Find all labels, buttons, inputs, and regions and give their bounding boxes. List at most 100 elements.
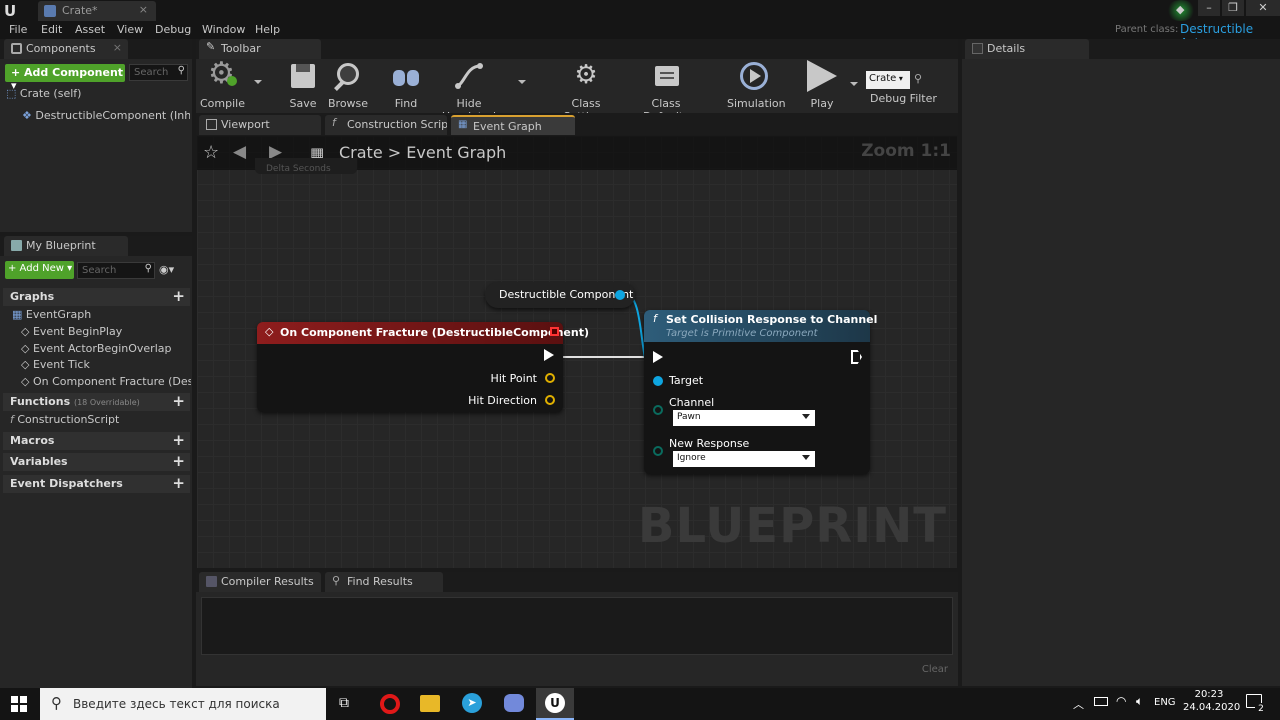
binoculars-icon: ⚲ [332, 574, 341, 587]
tab-find-results[interactable]: ⚲ Find Results [325, 572, 443, 592]
maximize-icon[interactable]: ❐ [1222, 0, 1244, 16]
close-tab-icon[interactable]: × [139, 3, 148, 16]
debug-search-icon[interactable]: ⚲ [914, 72, 922, 85]
show-hidden-icons-chevron-icon[interactable]: ︿ [1073, 696, 1084, 712]
telegram-icon[interactable]: ➤ [462, 693, 482, 713]
volume-icon[interactable]: 🔈︎ [1136, 694, 1143, 709]
task-view-icon[interactable]: ⧉ [339, 695, 349, 711]
battery-icon[interactable] [1094, 697, 1108, 706]
source-control-icon[interactable]: ◆ [1166, 0, 1196, 21]
event-graph-canvas[interactable]: ☆ ◀ ▶ ▦ Delta Seconds Crate > Event Grap… [197, 136, 957, 568]
toolbar-tab-label: Toolbar [221, 42, 261, 55]
add-macro-icon[interactable]: + [172, 431, 185, 449]
components-search-placeholder: Search [134, 67, 169, 78]
my-blueprint-tab[interactable]: My Blueprint [4, 236, 128, 256]
channel-dropdown[interactable]: Pawn [673, 410, 815, 426]
opera-icon[interactable] [380, 694, 400, 714]
document-tab-title: Crate* [62, 4, 98, 17]
close-window-icon[interactable]: ✕ [1246, 0, 1280, 16]
exec-out-pin[interactable] [851, 350, 862, 364]
tree-item-event-tick[interactable]: ◇ Event Tick [21, 358, 90, 371]
play-button[interactable]: Play [804, 60, 840, 110]
play-options-chevron-icon[interactable] [850, 82, 858, 86]
event-dispatchers-section[interactable]: Event Dispatchers + [3, 474, 190, 493]
add-dispatcher-icon[interactable]: + [172, 474, 185, 492]
function-label: ConstructionScript [17, 413, 120, 426]
class-defaults-icon [649, 60, 683, 92]
tree-item-constructionscript[interactable]: f ConstructionScript [10, 413, 119, 426]
hide-unrelated-chevron-icon[interactable] [518, 80, 526, 84]
minimize-icon[interactable]: – [1198, 0, 1220, 16]
on-component-fracture-node[interactable]: ◇ On Component Fracture (DestructibleCom… [257, 322, 589, 412]
eye-visibility-icon[interactable]: ◉▾ [159, 263, 174, 276]
hit-direction-pin[interactable] [545, 395, 555, 405]
unreal-taskbar-button[interactable]: U [536, 688, 574, 720]
menu-file[interactable]: File [9, 23, 27, 36]
functions-section[interactable]: Functions (18 Overridable) + [3, 392, 190, 411]
document-tab[interactable]: Crate* × [38, 1, 156, 21]
menu-view[interactable]: View [117, 23, 143, 36]
clock[interactable]: 20:23 24.04.2020 [1183, 689, 1240, 713]
viewport-icon [206, 119, 217, 130]
add-new-button[interactable]: + Add New ▾ [5, 261, 74, 279]
destructible-component-node[interactable]: Destructible Component [485, 282, 635, 308]
close-panel-icon[interactable]: × [113, 41, 122, 54]
menu-window[interactable]: Window [202, 23, 245, 36]
menu-help[interactable]: Help [255, 23, 280, 36]
tree-item-eventgraph[interactable]: ▦ EventGraph [12, 308, 91, 321]
set-collision-response-node[interactable]: f Set Collision Response to Channel Targ… [644, 310, 877, 474]
book-icon [11, 240, 22, 251]
menu-debug[interactable]: Debug [155, 23, 191, 36]
clear-button[interactable]: Clear [922, 664, 948, 675]
hit-direction-label: Hit Direction [468, 394, 537, 407]
file-explorer-icon[interactable] [420, 695, 440, 712]
target-pin[interactable] [653, 376, 663, 386]
tree-item-crate-self[interactable]: ⬚ Crate (self) [6, 87, 81, 100]
tab-viewport[interactable]: Viewport [199, 115, 321, 135]
tab-construction-script[interactable]: f Construction Script [325, 115, 447, 135]
tree-item-on-component-fracture[interactable]: ◇ On Component Fracture (Destr [21, 375, 191, 388]
add-graph-icon[interactable]: + [172, 287, 185, 305]
tree-item-event-beginplay[interactable]: ◇ Event BeginPlay [21, 325, 122, 338]
input-language-indicator[interactable]: ENG [1154, 697, 1176, 708]
details-tab[interactable]: Details [965, 39, 1089, 59]
compile-options-chevron-icon[interactable] [254, 80, 262, 84]
windows-start-icon[interactable] [11, 696, 27, 712]
browse-button[interactable]: Browse [328, 60, 368, 110]
response-pin[interactable] [653, 446, 663, 456]
add-function-icon[interactable]: + [172, 392, 185, 410]
menu-asset[interactable]: Asset [75, 23, 105, 36]
graphs-section[interactable]: Graphs + [3, 287, 190, 306]
taskbar-search-placeholder: Введите здесь текст для поиска [73, 697, 280, 711]
response-dropdown[interactable]: Ignore [673, 451, 815, 467]
exec-in-pin[interactable] [653, 351, 663, 363]
event-diamond-icon: ◇ [265, 325, 274, 338]
taskbar-search-box[interactable]: ⚲ Введите здесь текст для поиска [40, 688, 326, 720]
component-output-pin[interactable] [615, 290, 625, 300]
simulation-button[interactable]: Simulation [727, 60, 786, 110]
menu-edit[interactable]: Edit [41, 23, 62, 36]
channel-pin[interactable] [653, 405, 663, 415]
exec-out-pin[interactable] [544, 349, 554, 361]
blueprint-search-input[interactable]: Search ⚲ [77, 262, 155, 279]
debug-object-select[interactable]: Crate ▾ [866, 71, 910, 89]
wifi-icon[interactable]: ◠ [1116, 694, 1126, 708]
add-variable-icon[interactable]: + [172, 452, 185, 470]
tree-item-destructible-component[interactable]: ❖ DestructibleComponent (Inherited) [22, 109, 190, 122]
hit-point-pin[interactable] [545, 373, 555, 383]
notification-center-icon[interactable]: 2 [1246, 694, 1267, 715]
components-search-input[interactable]: Search ⚲ [129, 64, 188, 81]
add-component-button[interactable]: + Add Component ▾ [5, 64, 125, 92]
components-tab[interactable]: Components × [4, 39, 128, 59]
discord-icon[interactable] [504, 694, 524, 712]
macros-section[interactable]: Macros + [3, 431, 190, 450]
tree-item-event-actorbeginoverlap[interactable]: ◇ Event ActorBeginOverlap [21, 342, 171, 355]
bottom-panel: Compiler Results ⚲ Find Results Clear [196, 572, 958, 686]
variables-section[interactable]: Variables + [3, 452, 190, 471]
compile-button[interactable]: ⚙ Compile [200, 56, 245, 110]
tab-compiler-results[interactable]: Compiler Results [199, 572, 321, 592]
save-button[interactable]: Save [285, 60, 321, 110]
tab-event-graph[interactable]: ▦ Event Graph [451, 115, 575, 135]
find-button[interactable]: Find [388, 60, 424, 110]
delegate-pin-icon[interactable] [550, 327, 559, 336]
